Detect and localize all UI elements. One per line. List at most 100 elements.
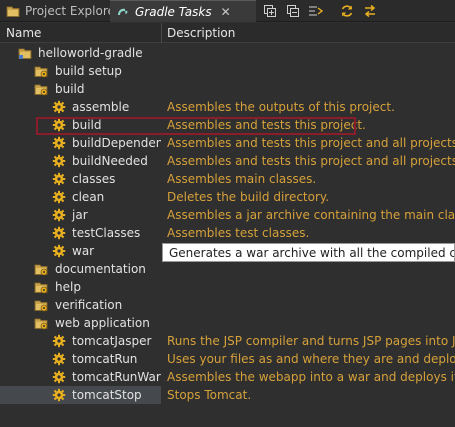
tree-node-row[interactable]: build setup bbox=[0, 62, 455, 80]
column-name[interactable]: Name bbox=[6, 26, 41, 40]
node-label: tomcatRun bbox=[72, 352, 138, 366]
task-row[interactable]: build Assembles and tests this project. bbox=[0, 116, 455, 134]
task-description: Stops Tomcat. bbox=[167, 388, 252, 402]
node-label: classes bbox=[72, 172, 116, 186]
task-row[interactable]: classes Assembles main classes. bbox=[0, 170, 455, 188]
task-row[interactable]: testClasses Assembles test classes. bbox=[0, 224, 455, 242]
task-group-folder-icon bbox=[34, 280, 48, 294]
node-label: jar bbox=[72, 208, 88, 222]
view-tab-bar: Project Explorer Gradle Tasks ✕ bbox=[0, 0, 455, 22]
tab-label: Gradle Tasks bbox=[135, 4, 212, 19]
tooltip: Generates a war archive with all the com… bbox=[162, 243, 455, 262]
column-description[interactable]: Description bbox=[167, 26, 235, 40]
name-cell[interactable]: assemble bbox=[0, 98, 161, 116]
project-explorer-icon bbox=[6, 4, 20, 18]
node-label: buildNeeded bbox=[72, 154, 148, 168]
name-cell[interactable]: tomcatRunWar bbox=[0, 368, 161, 386]
node-label: buildDependents bbox=[72, 136, 161, 150]
task-description: Assembles and tests this project. bbox=[167, 118, 366, 132]
name-cell[interactable]: jar bbox=[0, 206, 161, 224]
node-label: war bbox=[72, 244, 95, 258]
task-description: Assembles main classes. bbox=[167, 172, 317, 186]
gear-icon bbox=[52, 388, 66, 402]
task-row[interactable]: buildNeeded Assembles and tests this proj… bbox=[0, 152, 455, 170]
close-icon[interactable]: ✕ bbox=[221, 5, 231, 19]
gear-icon bbox=[52, 244, 66, 258]
tab-gradle-tasks[interactable]: Gradle Tasks ✕ bbox=[110, 0, 256, 22]
task-row[interactable]: buildDependents Assembles and tests this … bbox=[0, 134, 455, 152]
task-group-folder-icon bbox=[34, 82, 48, 96]
tree-node-row[interactable]: helloworld-gradle bbox=[0, 44, 455, 62]
tab-label: Project Explorer bbox=[25, 4, 120, 18]
gear-icon bbox=[52, 334, 66, 348]
task-description: Assembles the webapp into a war and depl… bbox=[167, 370, 455, 384]
task-description: Runs the JSP compiler and turns JSP page… bbox=[167, 334, 455, 348]
name-cell[interactable]: buildDependents bbox=[0, 134, 161, 152]
name-cell[interactable]: tomcatStop bbox=[0, 386, 161, 404]
name-cell[interactable]: help bbox=[0, 278, 161, 296]
tree-node-row[interactable]: verification bbox=[0, 296, 455, 314]
node-label: web application bbox=[55, 316, 150, 330]
tree-node-row[interactable]: build bbox=[0, 80, 455, 98]
task-description: Assembles the outputs of this project. bbox=[167, 100, 395, 114]
node-label: build bbox=[55, 82, 85, 96]
name-cell[interactable]: clean bbox=[0, 188, 161, 206]
column-separator[interactable] bbox=[161, 23, 162, 43]
task-row[interactable]: tomcatRunWar Assembles the webapp into a … bbox=[0, 368, 455, 386]
node-label: help bbox=[55, 280, 81, 294]
name-cell[interactable]: helloworld-gradle bbox=[0, 44, 161, 62]
task-description: Assembles and tests this project and all… bbox=[167, 154, 455, 168]
task-group-folder-icon bbox=[34, 262, 48, 276]
name-cell[interactable]: tomcatJasper bbox=[0, 332, 161, 350]
name-cell[interactable]: web application bbox=[0, 314, 161, 332]
name-cell[interactable]: war bbox=[0, 242, 161, 260]
name-cell[interactable]: classes bbox=[0, 170, 161, 188]
gear-icon bbox=[52, 370, 66, 384]
gear-icon bbox=[52, 136, 66, 150]
tab-project-explorer[interactable]: Project Explorer bbox=[0, 0, 120, 22]
task-description: Assembles and tests this project and all… bbox=[167, 136, 455, 150]
name-cell[interactable]: build bbox=[0, 116, 161, 134]
task-description: Assembles a jar archive containing the m… bbox=[167, 208, 455, 222]
link-with-editor-icon[interactable] bbox=[308, 3, 324, 19]
tree-node-row[interactable]: documentation bbox=[0, 260, 455, 278]
node-label: tomcatStop bbox=[72, 388, 142, 402]
node-label: helloworld-gradle bbox=[38, 46, 143, 60]
tree-node-row[interactable]: help bbox=[0, 278, 455, 296]
node-label: assemble bbox=[72, 100, 130, 114]
gear-icon bbox=[52, 226, 66, 240]
task-group-folder-icon bbox=[34, 316, 48, 330]
gear-icon bbox=[52, 352, 66, 366]
task-group-folder-icon bbox=[34, 64, 48, 78]
collapse-all-icon[interactable] bbox=[285, 3, 301, 19]
task-description: Uses your files as and where they are an… bbox=[167, 352, 455, 366]
task-description: Assembles test classes. bbox=[167, 226, 310, 240]
toggle-icon[interactable] bbox=[362, 3, 378, 19]
name-cell[interactable]: tomcatRun bbox=[0, 350, 161, 368]
project-folder-icon bbox=[18, 46, 32, 60]
task-row[interactable]: jar Assembles a jar archive containing th… bbox=[0, 206, 455, 224]
node-label: build setup bbox=[55, 64, 122, 78]
tree-node-row[interactable]: web application bbox=[0, 314, 455, 332]
name-cell[interactable]: buildNeeded bbox=[0, 152, 161, 170]
name-cell[interactable]: testClasses bbox=[0, 224, 161, 242]
task-group-folder-icon bbox=[34, 298, 48, 312]
column-header: Name Description bbox=[0, 23, 455, 43]
name-cell[interactable]: verification bbox=[0, 296, 161, 314]
task-row[interactable]: assemble Assembles the outputs of this pr… bbox=[0, 98, 455, 116]
gear-icon bbox=[52, 172, 66, 186]
task-description: Deletes the build directory. bbox=[167, 190, 330, 204]
task-row[interactable]: tomcatStop Stops Tomcat. bbox=[0, 386, 455, 404]
refresh-icon[interactable] bbox=[339, 3, 355, 19]
expand-all-icon[interactable] bbox=[262, 3, 278, 19]
gear-icon bbox=[52, 190, 66, 204]
name-cell[interactable]: build bbox=[0, 80, 161, 98]
name-cell[interactable]: build setup bbox=[0, 62, 161, 80]
task-row[interactable]: clean Deletes the build directory. bbox=[0, 188, 455, 206]
name-cell[interactable]: documentation bbox=[0, 260, 161, 278]
gradle-task-tree[interactable]: helloworld-gradle build setup build assembl… bbox=[0, 44, 455, 427]
node-label: documentation bbox=[55, 262, 146, 276]
node-label: build bbox=[72, 118, 102, 132]
task-row[interactable]: tomcatRun Uses your files as and where th… bbox=[0, 350, 455, 368]
task-row[interactable]: tomcatJasper Runs the JSP compiler and tu… bbox=[0, 332, 455, 350]
